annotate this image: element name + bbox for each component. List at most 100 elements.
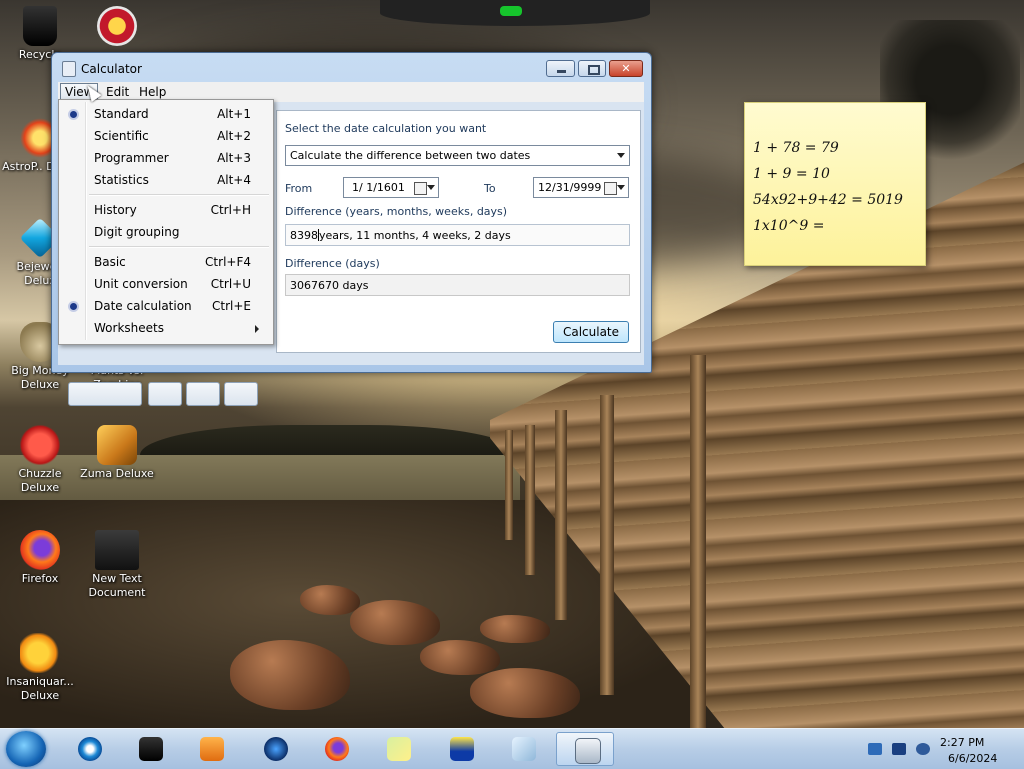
menu-item-shortcut: Alt+3 [217, 151, 251, 165]
menu-item-label: Statistics [94, 173, 149, 187]
clock-date[interactable]: 6/6/2024 [948, 752, 997, 765]
menu-item-unit-conversion[interactable]: Unit conversion Ctrl+U [61, 273, 269, 295]
calendar-icon [414, 182, 427, 195]
taskbar-media-app[interactable] [121, 732, 179, 766]
desktop-icon-insaniquarium[interactable]: Insaniquar... Deluxe [0, 633, 80, 703]
menu-item-scientific[interactable]: Scientific Alt+2 [61, 125, 269, 147]
calculation-mode-value: Calculate the difference between two dat… [290, 149, 531, 162]
play-icon [200, 737, 224, 761]
wallpaper-rock [420, 640, 500, 675]
maximize-icon [579, 61, 605, 76]
desktop-icon-publisher[interactable] [77, 6, 157, 48]
view-menu-dropdown: Standard Alt+1 Scientific Alt+2 Programm… [58, 99, 274, 345]
snipping-tool-icon [512, 737, 536, 761]
menu-item-statistics[interactable]: Statistics Alt+4 [61, 169, 269, 191]
taskbar-sticky-notes[interactable] [369, 732, 427, 766]
fish-icon [20, 633, 60, 673]
menu-edit[interactable]: Edit [102, 84, 133, 100]
sticky-notes-icon [387, 737, 411, 761]
menu-item-shortcut: Alt+1 [217, 107, 251, 121]
taskbar-snipping-tool[interactable] [494, 732, 552, 766]
taskbar-globe-app[interactable] [246, 732, 304, 766]
taskbar-calculator[interactable] [556, 732, 614, 766]
calculator-key[interactable] [148, 382, 182, 406]
floppy-disk-icon [450, 737, 474, 761]
difference-days-value: 3067670 days [290, 279, 369, 292]
volume-icon[interactable] [916, 743, 930, 755]
calculator-key[interactable] [224, 382, 258, 406]
desktop-icon-label: Chuzzle Deluxe [18, 467, 62, 494]
menu-item-label: Date calculation [94, 299, 192, 313]
window-titlebar[interactable]: Calculator ✕ [52, 53, 651, 83]
menu-item-label: Unit conversion [94, 277, 188, 291]
difference-days-label: Difference (days) [285, 257, 380, 270]
menu-item-shortcut: Ctrl+U [210, 277, 251, 291]
taskbar: 2:27 PM 6/6/2024 [0, 728, 1024, 769]
taskbar-firefox[interactable] [307, 732, 365, 766]
wallpaper-rock [480, 615, 550, 643]
desktop-icon-label: Insaniquar... Deluxe [6, 675, 74, 702]
wallpaper-fence-post [505, 430, 513, 540]
chevron-down-icon [617, 153, 625, 158]
clock-time[interactable]: 2:27 PM [940, 736, 984, 749]
date-calc-prompt: Select the date calculation you want [285, 122, 487, 135]
maximize-button[interactable] [578, 60, 606, 77]
minimize-icon [547, 61, 574, 76]
menu-item-label: History [94, 203, 137, 217]
menu-item-label: Worksheets [94, 321, 164, 335]
menu-item-date-calculation[interactable]: Date calculation Ctrl+E [61, 295, 269, 317]
menu-item-digit-grouping[interactable]: Digit grouping [61, 221, 269, 243]
close-button[interactable]: ✕ [609, 60, 643, 77]
sticky-note-line: 1 + 78 = 79 [753, 140, 839, 156]
calculation-mode-dropdown[interactable]: Calculate the difference between two dat… [285, 145, 630, 166]
desktop-icon-new-text-document[interactable]: New Text Document [77, 530, 157, 600]
desktop-icon-firefox[interactable]: Firefox [0, 530, 80, 586]
taskbar-save-app[interactable] [432, 732, 490, 766]
to-date-value: 12/31/9999 [538, 181, 602, 194]
menu-item-history[interactable]: History Ctrl+H [61, 199, 269, 221]
desktop-icon-label: New Text Document [88, 572, 146, 599]
difference-days-output[interactable]: 3067670 days [285, 274, 630, 296]
calculate-button[interactable]: Calculate [553, 321, 629, 343]
zuma-icon [97, 425, 137, 465]
close-icon: ✕ [621, 62, 631, 75]
calendar-icon [604, 182, 617, 195]
radio-selected-icon [70, 111, 77, 118]
minimize-button[interactable] [546, 60, 575, 77]
taskbar-media-player[interactable] [182, 732, 240, 766]
wallpaper-fence-post [525, 425, 535, 575]
calculator-key[interactable] [68, 382, 142, 406]
start-button[interactable] [6, 731, 46, 767]
menu-item-worksheets[interactable]: Worksheets [61, 317, 269, 339]
menu-item-standard[interactable]: Standard Alt+1 [61, 103, 269, 125]
wallpaper-fence-post [555, 410, 567, 620]
desktop-icon-label: Firefox [21, 572, 59, 585]
to-date-picker[interactable]: 12/31/9999 [533, 177, 629, 198]
calculator-key[interactable] [186, 382, 220, 406]
menu-item-label: Programmer [94, 151, 169, 165]
menu-item-programmer[interactable]: Programmer Alt+3 [61, 147, 269, 169]
desktop-icon-zuma[interactable]: Zuma Deluxe [77, 425, 157, 481]
recycle-bin-icon [23, 6, 57, 46]
radio-selected-icon [70, 303, 77, 310]
system-tray: 2:27 PM 6/6/2024 [860, 731, 1024, 767]
menu-item-basic[interactable]: Basic Ctrl+F4 [61, 251, 269, 273]
desktop-icon-chuzzle[interactable]: Chuzzle Deluxe [0, 425, 80, 495]
chevron-down-icon [427, 185, 435, 190]
top-gadget [380, 0, 650, 26]
wallpaper-fence-post [690, 355, 706, 728]
from-date-picker[interactable]: 1/ 1/1601 [343, 177, 439, 198]
sticky-note[interactable]: 1 + 78 = 79 1 + 9 = 10 54x92+9+42 = 5019… [744, 102, 926, 266]
wallpaper-rock [300, 585, 360, 615]
wallpaper-treeline [140, 425, 520, 455]
taskbar-internet-explorer[interactable] [60, 732, 118, 766]
calculator-app-icon [62, 61, 76, 77]
difference-output[interactable]: 8398years, 11 months, 4 weeks, 2 days [285, 224, 630, 246]
network-icon[interactable] [868, 743, 882, 755]
submenu-arrow-icon [255, 325, 259, 333]
gadget-light-icon [500, 6, 522, 16]
display-icon[interactable] [892, 743, 906, 755]
chevron-down-icon [617, 185, 625, 190]
chuzzle-icon [20, 425, 60, 465]
menu-help[interactable]: Help [135, 84, 170, 100]
